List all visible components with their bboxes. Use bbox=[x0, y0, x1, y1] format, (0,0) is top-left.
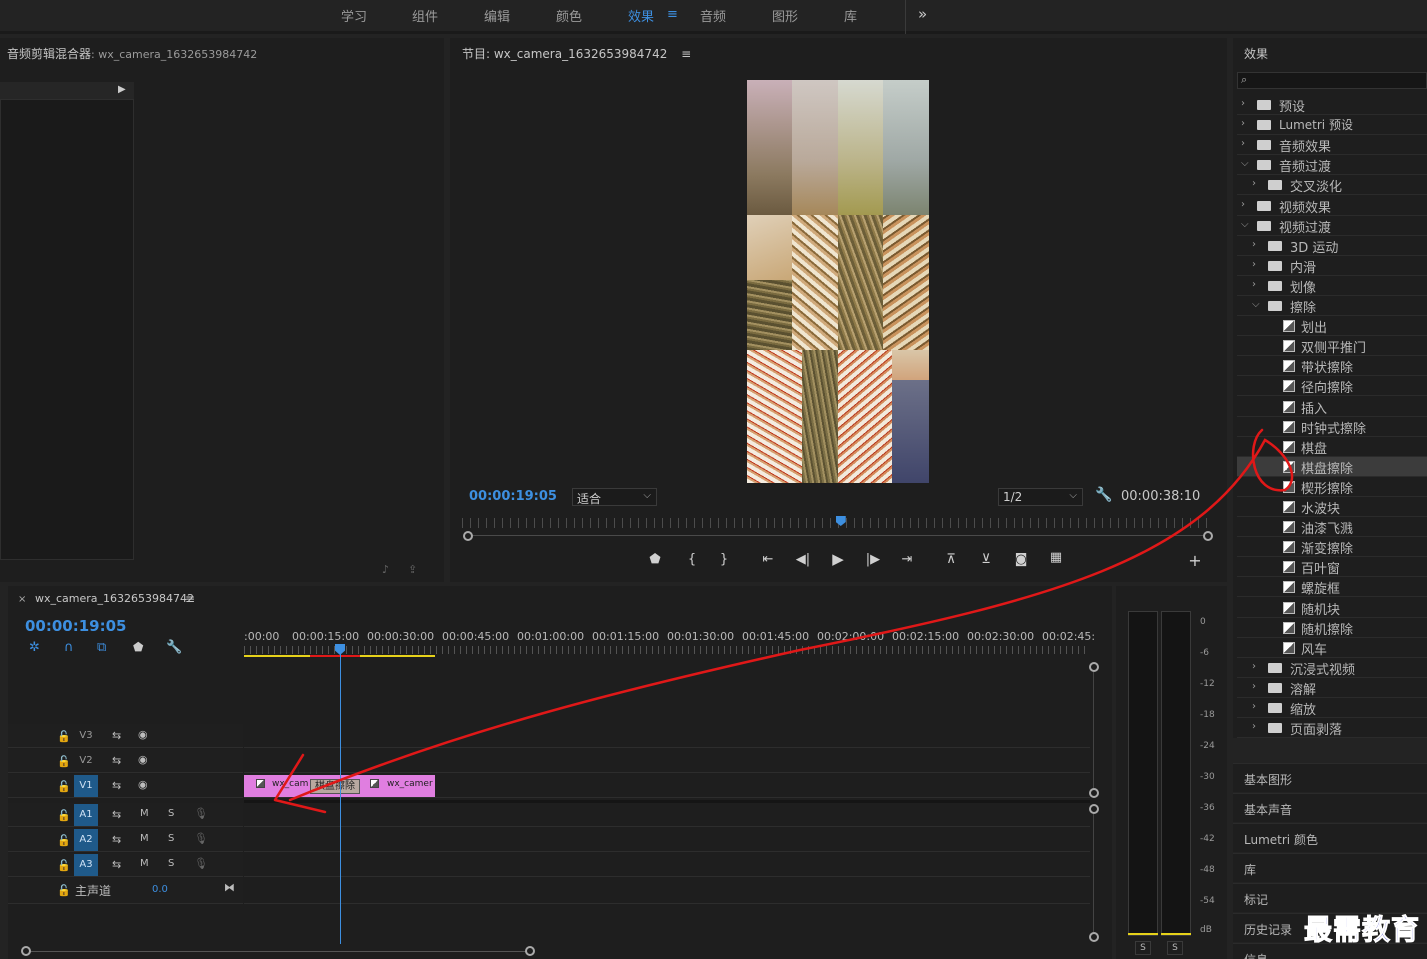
annotation-arrowhead bbox=[273, 753, 327, 814]
watermark-logo: 最需教育 bbox=[1303, 913, 1421, 947]
annotation-arrow-curve bbox=[288, 428, 1294, 802]
annotation-arrow-overlay bbox=[273, 428, 1294, 814]
